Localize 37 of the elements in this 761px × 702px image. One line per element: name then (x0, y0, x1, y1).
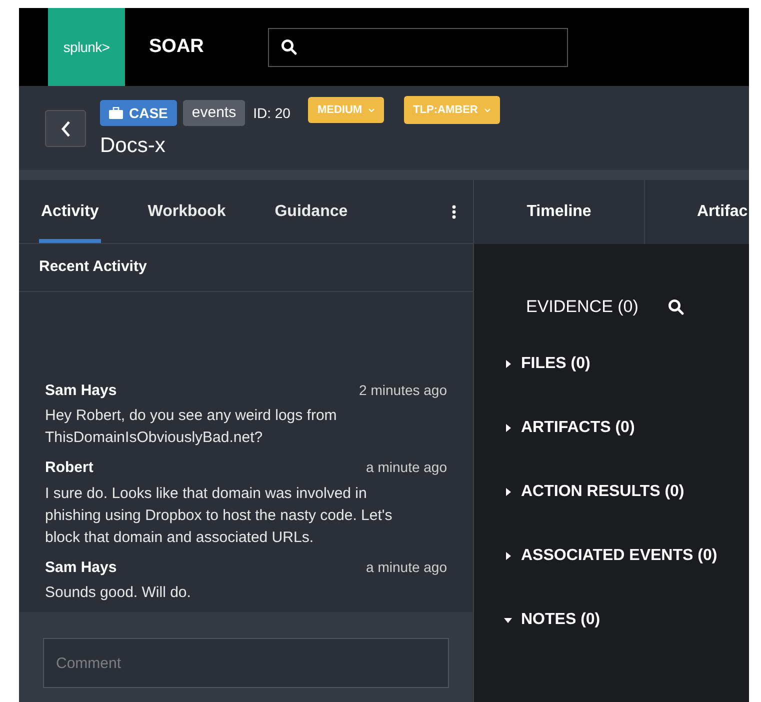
section-heading: Recent Activity (39, 257, 147, 278)
search-field[interactable] (268, 28, 568, 66)
label-badge: events (182, 100, 246, 126)
comment-time: 2 minutes ago (359, 380, 447, 400)
case-id: ID: 20 (253, 104, 290, 122)
evidence-heading: EVIDENCE (0) (526, 296, 638, 318)
comment-time: a minute ago (366, 458, 447, 477)
case-title: Docs-x (100, 133, 166, 159)
comment-author: Sam Hays (45, 380, 117, 400)
caret-icon (484, 108, 491, 112)
tab[interactable]: Activity (39, 180, 101, 243)
comment-text: I sure do. Looks like that domain was involved in phishing using Dropbox to host the nasty code. Let's block that domain and associated URLs. (45, 484, 394, 548)
evidence-section-toggle[interactable]: FILES (0) (504, 352, 749, 376)
product-name: SOAR (149, 34, 204, 59)
caret-icon (368, 108, 376, 112)
comment-author: Sam Hays (45, 558, 117, 578)
tab[interactable]: Workbook (146, 180, 228, 243)
search-icon (668, 298, 684, 315)
comment-time: a minute ago (366, 558, 447, 577)
briefcase-icon (109, 107, 123, 119)
comment-field[interactable]: Comment (43, 638, 449, 688)
evidence-section-toggle[interactable]: ACTION RESULTS (0) (504, 480, 749, 504)
evidence-section-toggle[interactable]: ASSOCIATED EVENTS (0) (504, 544, 749, 568)
case-badge: CASE (100, 100, 177, 126)
tab[interactable]: Artifac (645, 180, 748, 244)
tab[interactable]: Guidance (272, 180, 350, 243)
evidence-section-toggle[interactable]: NOTES (0) (504, 608, 749, 632)
splunk-logo: splunk> (48, 8, 125, 86)
tab[interactable]: Timeline (474, 180, 645, 244)
comment-author: Robert (45, 458, 94, 478)
comment-text: Sounds good. Will do. (45, 583, 192, 603)
search-icon (280, 39, 297, 55)
kebab-icon (452, 204, 456, 218)
back-button[interactable] (45, 110, 86, 147)
evidence-section-toggle[interactable]: ARTIFACTS (0) (504, 416, 749, 440)
chevron-left-icon (60, 120, 72, 138)
comment-text: Hey Robert, do you see any weird logs from ThisDomainIsObviouslyBad.net? (45, 406, 338, 448)
